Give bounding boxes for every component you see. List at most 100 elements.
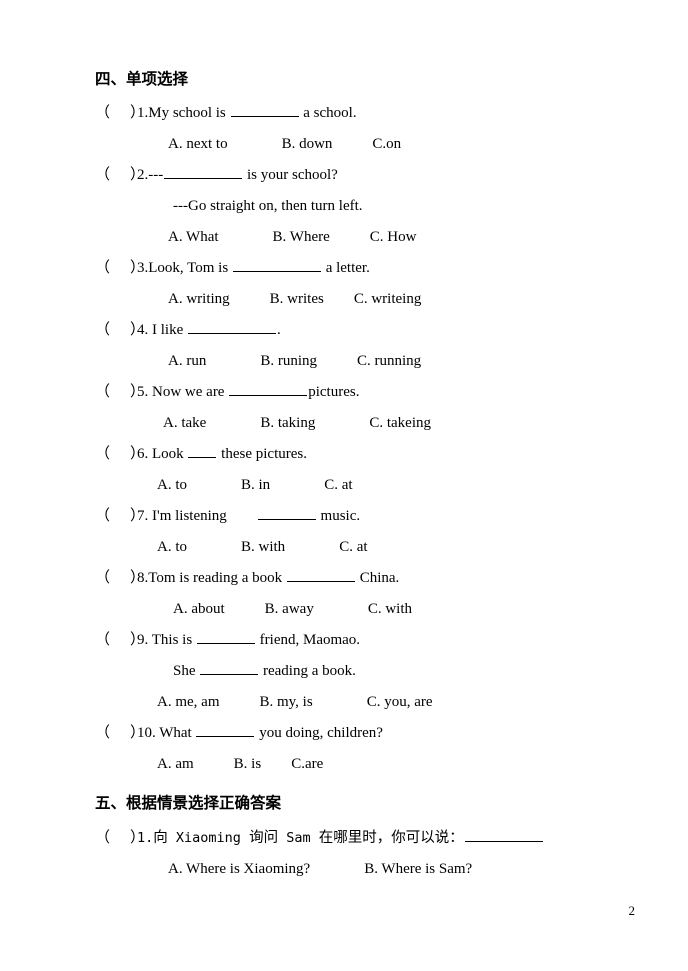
question-number: 9. [137, 632, 149, 648]
stem-after: is your school? [247, 167, 338, 183]
fill-in-blank[interactable] [164, 164, 243, 179]
stem-after: pictures. [308, 384, 360, 400]
option-a[interactable]: A. Where is Xiaoming? [168, 854, 310, 885]
question-subline-2: ---Go straight on, then turn left. [173, 198, 363, 214]
option-b[interactable]: B. Where [273, 222, 330, 253]
option-b[interactable]: B. writes [270, 284, 324, 315]
options-row-7: A. to B. with C. at [95, 532, 625, 563]
paren-open: （ [95, 446, 111, 462]
stem-latin-1: Xiaoming [175, 830, 241, 846]
stem-before: Look [152, 446, 184, 462]
question-number: 3. [137, 260, 149, 276]
stem-before: I'm listening [152, 508, 227, 524]
option-b[interactable]: B. Where is Sam? [364, 854, 472, 885]
question-row-4: （） 4. I like . [95, 315, 625, 346]
question-row-5: （） 5. Now we are pictures. [95, 377, 625, 408]
question-text-4: 4. I like . [137, 315, 281, 346]
paren-open: （ [95, 570, 111, 586]
question-text-8: 8.Tom is reading a book China. [137, 563, 399, 594]
stem-after: these pictures. [221, 446, 307, 462]
option-c[interactable]: C. takeing [369, 408, 431, 439]
fill-in-blank[interactable] [196, 629, 255, 644]
stem-cjk-2: 询问 [249, 830, 279, 846]
option-a[interactable]: A. What [168, 222, 219, 253]
question-row-6: （） 6. Look these pictures. [95, 439, 625, 470]
option-b[interactable]: B. my, is [259, 687, 312, 718]
stem-after: you doing, children? [259, 725, 383, 741]
fill-in-blank[interactable] [200, 660, 259, 675]
option-a[interactable]: A. about [173, 594, 225, 625]
question-subline-9: She reading a book. [95, 656, 625, 687]
fill-in-blank[interactable] [464, 828, 543, 842]
stem-after: a letter. [325, 260, 370, 276]
fill-in-blank[interactable] [188, 443, 217, 458]
option-c[interactable]: C. writeing [354, 284, 422, 315]
stem-cjk-1: 向 [153, 830, 168, 846]
question-number: 6. [137, 446, 149, 462]
answer-bracket-2[interactable]: （） [95, 160, 145, 191]
answer-bracket-6[interactable]: （） [95, 439, 145, 470]
question-text-1: 1.My school is a school. [137, 98, 357, 129]
question-row-7: （） 7. I'm listening music. [95, 501, 625, 532]
stem-before: --- [148, 167, 164, 183]
fill-in-blank[interactable] [286, 567, 355, 582]
option-a[interactable]: A. me, am [157, 687, 219, 718]
option-c[interactable]: C. running [357, 346, 421, 377]
option-c[interactable]: C. How [370, 222, 417, 253]
option-a[interactable]: A. next to [168, 129, 228, 160]
fill-in-blank[interactable] [232, 257, 321, 272]
stem-before: I like [152, 322, 184, 338]
option-b[interactable]: B. taking [260, 408, 315, 439]
fill-in-blank[interactable] [188, 319, 276, 334]
option-b[interactable]: B. in [241, 470, 270, 501]
answer-bracket-s5-1[interactable]: （） [95, 823, 145, 854]
question-text-5: 5. Now we are pictures. [137, 377, 359, 408]
answer-bracket-4[interactable]: （） [95, 315, 145, 346]
paren-open: （ [95, 725, 111, 741]
option-c[interactable]: C. you, are [367, 687, 433, 718]
answer-bracket-8[interactable]: （） [95, 563, 145, 594]
answer-bracket-3[interactable]: （） [95, 253, 145, 284]
answer-bracket-10[interactable]: （） [95, 718, 145, 749]
option-a[interactable]: A. take [163, 408, 206, 439]
stem-after: . [277, 322, 281, 338]
question-number: 1. [137, 105, 149, 121]
options-row-4: A. run B. runing C. running [95, 346, 625, 377]
answer-bracket-9[interactable]: （） [95, 625, 145, 656]
fill-in-blank[interactable] [257, 505, 316, 520]
stem-after: music. [320, 508, 361, 524]
options-row-6: A. to B. in C. at [95, 470, 625, 501]
question-text-10: 10. What you doing, children? [137, 718, 383, 749]
option-c[interactable]: C. at [324, 470, 352, 501]
option-c[interactable]: C. at [339, 532, 367, 563]
option-a[interactable]: A. to [157, 532, 187, 563]
option-a[interactable]: A. to [157, 470, 187, 501]
question-number: 5. [137, 384, 149, 400]
options-row-s5-1: A. Where is Xiaoming? B. Where is Sam? [95, 854, 625, 885]
fill-in-blank[interactable] [196, 722, 255, 737]
paren-open: （ [95, 508, 111, 524]
option-b[interactable]: B. down [282, 129, 333, 160]
fill-in-blank[interactable] [229, 381, 308, 396]
option-a[interactable]: A. run [168, 346, 206, 377]
question-row-1: （） 1.My school is a school. [95, 98, 625, 129]
options-row-9: A. me, am B. my, is C. you, are [95, 687, 625, 718]
option-b[interactable]: B. with [241, 532, 285, 563]
question-number: 10. [137, 725, 156, 741]
answer-bracket-5[interactable]: （） [95, 377, 145, 408]
paren-open: （ [95, 830, 111, 846]
option-c[interactable]: C.are [291, 749, 323, 780]
option-a[interactable]: A. writing [168, 284, 230, 315]
option-b[interactable]: B. is [234, 749, 262, 780]
question-text-s5-1: 1.向 Xiaoming 询问 Sam 在哪里时，你可以说： [137, 823, 544, 854]
fill-in-blank[interactable] [230, 102, 299, 117]
answer-bracket-7[interactable]: （） [95, 501, 145, 532]
paren-open: （ [95, 260, 111, 276]
question-row-s5-1: （） 1.向 Xiaoming 询问 Sam 在哪里时，你可以说： [95, 823, 625, 854]
option-c[interactable]: C.on [372, 129, 401, 160]
option-b[interactable]: B. runing [260, 346, 317, 377]
option-b[interactable]: B. away [265, 594, 314, 625]
option-c[interactable]: C. with [368, 594, 412, 625]
option-a[interactable]: A. am [157, 749, 194, 780]
answer-bracket-1[interactable]: （） [95, 98, 145, 129]
